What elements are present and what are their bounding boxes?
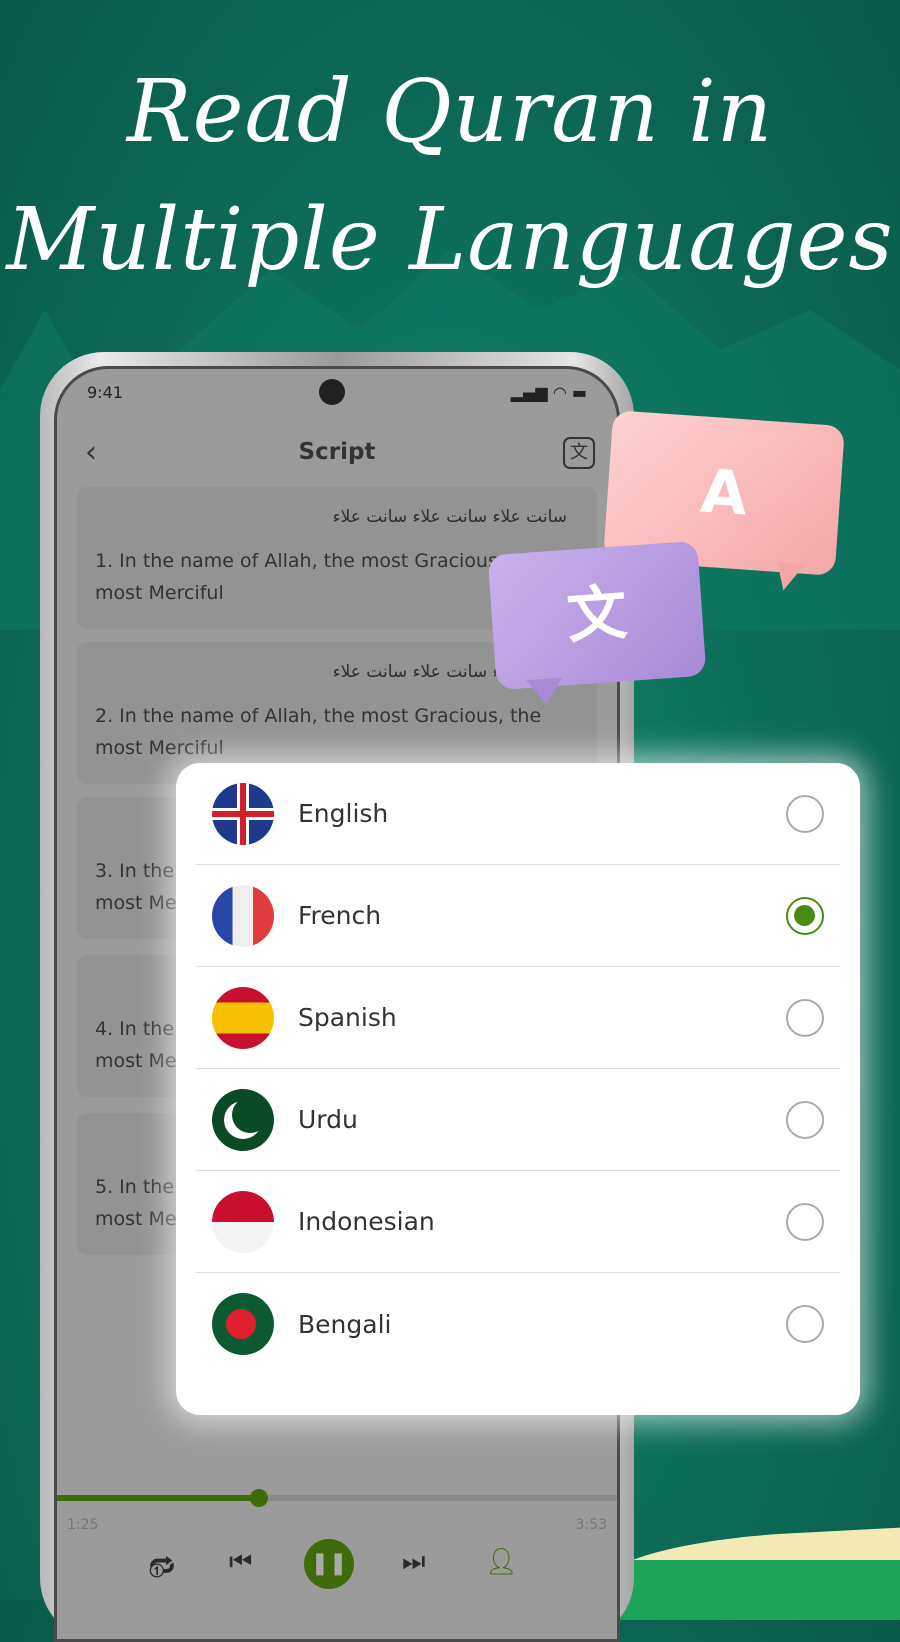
language-label: Spanish xyxy=(298,1003,397,1032)
indonesia-flag-icon xyxy=(212,1190,274,1253)
bubble-letter: A xyxy=(698,456,750,530)
reciter-icon[interactable]: 👤︎ xyxy=(485,1547,518,1577)
wifi-icon: ◠ xyxy=(552,383,567,402)
language-label: Bengali xyxy=(298,1309,392,1339)
decor-green-band xyxy=(620,1560,900,1620)
pakistan-flag-icon xyxy=(212,1088,274,1151)
radio-button[interactable] xyxy=(786,1202,824,1241)
language-option-english[interactable]: English xyxy=(196,763,840,865)
translate-icon[interactable]: 文 xyxy=(563,437,595,469)
radio-button[interactable] xyxy=(786,794,824,833)
headline-line-1: Read Quran in xyxy=(126,62,774,162)
language-option-indonesian[interactable]: Indonesian xyxy=(196,1171,840,1273)
progress-fill xyxy=(57,1495,259,1501)
total-time: 3:53 xyxy=(575,1517,607,1533)
pause-button[interactable]: ❚❚ xyxy=(304,1539,354,1589)
language-option-bengali[interactable]: Bengali xyxy=(196,1273,840,1375)
progress-thumb[interactable] xyxy=(249,1489,268,1507)
camera-notch xyxy=(319,379,345,405)
radio-button[interactable] xyxy=(786,998,824,1037)
language-picker: English French Spanish Urdu Indonesian B… xyxy=(176,763,860,1415)
status-time: 9:41 xyxy=(87,383,123,402)
elapsed-time: 1:25 xyxy=(67,1517,99,1533)
language-option-urdu[interactable]: Urdu xyxy=(196,1069,840,1171)
verse-arabic: سانت علاء سانت علاء سانت علاء xyxy=(332,507,567,527)
speech-bubble-cjk: 文 xyxy=(487,540,707,691)
pause-icon: ❚❚ xyxy=(310,1551,348,1576)
language-label: Urdu xyxy=(298,1105,358,1134)
bubble-glyph: 文 xyxy=(564,577,630,653)
next-icon[interactable]: ⏭︎ xyxy=(402,1547,425,1578)
player-controls: 🔂︎ ⏮︎ ❚❚ ⏭︎ 👤︎ xyxy=(57,1539,617,1599)
verse-text: 2. In the name of Allah, the most Gracio… xyxy=(95,705,542,759)
nav-bar: ‹ Script 文 xyxy=(57,429,617,479)
headline: Read Quran in Multiple Languages xyxy=(0,48,900,304)
language-label: French xyxy=(298,901,382,930)
repeat-one-icon[interactable]: 🔂︎ xyxy=(149,1547,175,1585)
spain-flag-icon xyxy=(212,986,274,1049)
page-title: Script xyxy=(298,439,376,465)
france-flag-icon xyxy=(212,884,274,947)
headline-line-2: Multiple Languages xyxy=(6,190,894,290)
status-icons: ▂▄▆ ◠ ▬ xyxy=(511,383,587,402)
progress-slider[interactable] xyxy=(57,1489,617,1507)
signal-icon: ▂▄▆ xyxy=(510,383,548,402)
uk-flag-icon xyxy=(212,782,274,845)
language-label: English xyxy=(298,799,389,828)
bangladesh-flag-icon xyxy=(212,1293,274,1355)
language-option-french[interactable]: French xyxy=(196,865,840,967)
language-option-spanish[interactable]: Spanish xyxy=(196,967,840,1069)
radio-button[interactable] xyxy=(786,1100,824,1139)
previous-icon[interactable]: ⏮︎ xyxy=(229,1547,252,1578)
radio-button[interactable] xyxy=(786,1305,824,1343)
language-label: Indonesian xyxy=(298,1207,435,1236)
radio-button-selected[interactable] xyxy=(786,896,824,935)
battery-icon: ▬ xyxy=(571,383,587,402)
